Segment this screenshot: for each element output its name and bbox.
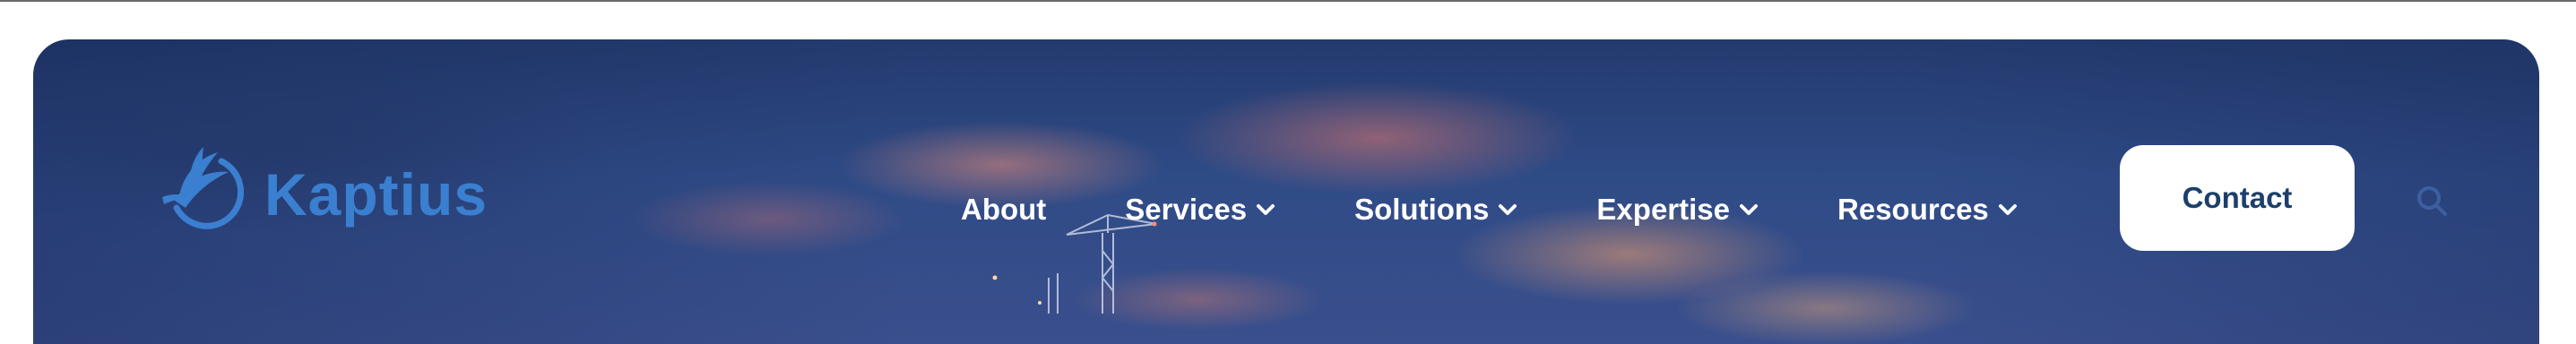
nav-item-label: Resources xyxy=(1837,193,1989,226)
top-divider xyxy=(0,0,2576,2)
contact-button-label: Contact xyxy=(2182,181,2293,214)
nav-item-expertise[interactable]: Expertise xyxy=(1596,193,1759,227)
nav-item-label: Solutions xyxy=(1354,193,1490,226)
nav-item-services[interactable]: Services xyxy=(1125,193,1275,227)
chevron-down-icon xyxy=(1998,204,2017,215)
chevron-down-icon xyxy=(1257,204,1275,215)
nav-item-about[interactable]: About xyxy=(961,193,1046,227)
nav-item-label: About xyxy=(961,193,1047,226)
nav-links: About Services Solutions Expertise Resou… xyxy=(961,183,2096,236)
nav-item-solutions[interactable]: Solutions xyxy=(1354,193,1517,227)
contact-button[interactable]: Contact xyxy=(2120,145,2355,251)
search-icon[interactable] xyxy=(2414,183,2450,219)
brand-logo[interactable]: Kaptius xyxy=(159,145,488,244)
nav-item-resources[interactable]: Resources xyxy=(1837,193,2018,227)
nav-item-label: Expertise xyxy=(1596,193,1731,226)
logo-icon xyxy=(162,147,245,229)
chevron-down-icon xyxy=(1740,204,1759,215)
brand-name: Kaptius xyxy=(264,161,488,228)
nav-item-label: Services xyxy=(1125,193,1248,226)
main-navbar: Kaptius About Services Solutions Experti… xyxy=(33,39,2539,335)
chevron-down-icon xyxy=(1499,204,1517,215)
